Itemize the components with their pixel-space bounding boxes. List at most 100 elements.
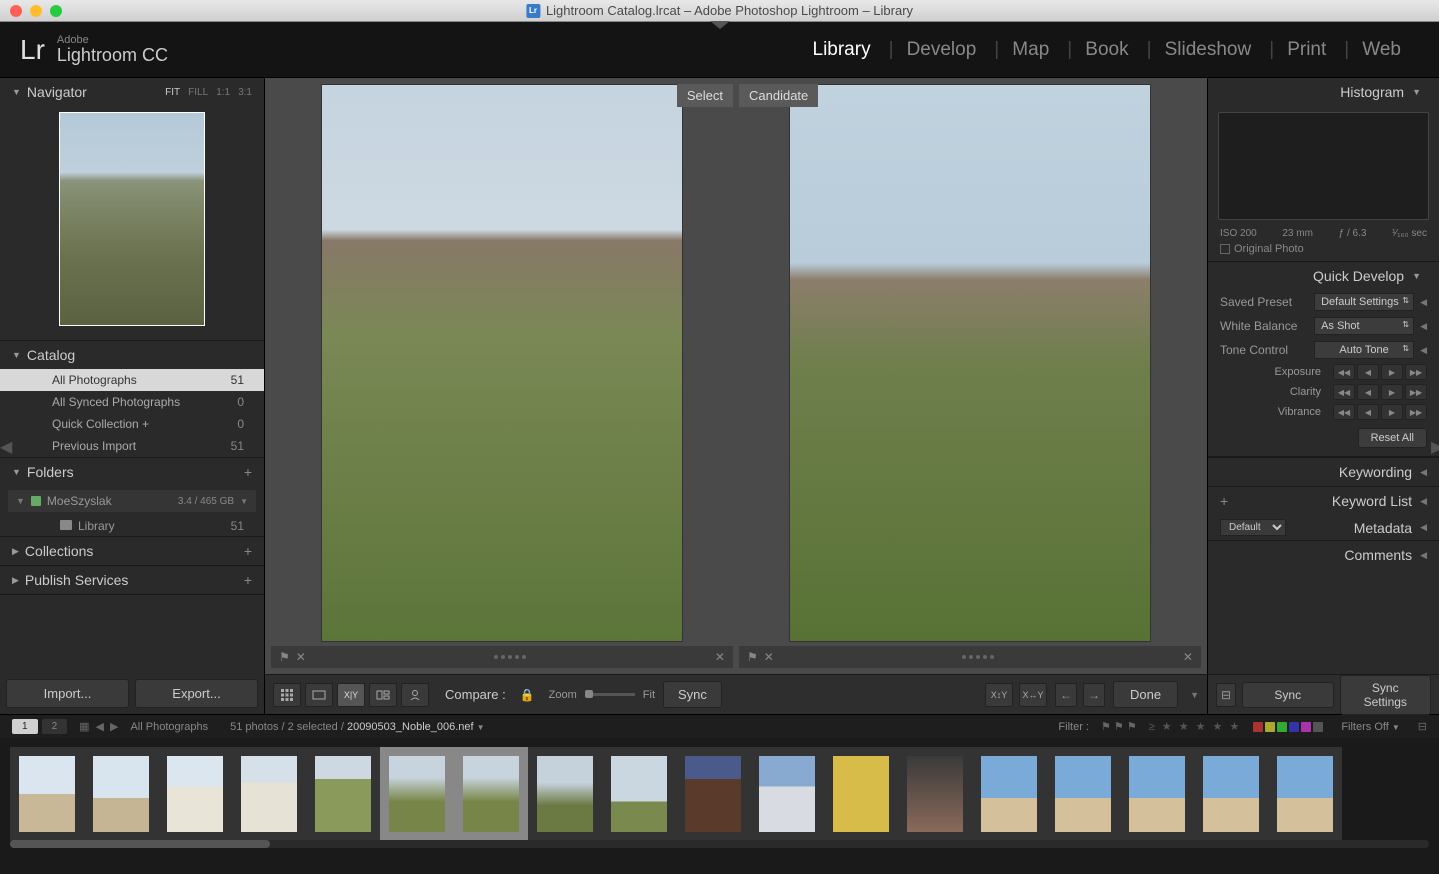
add-publish-icon[interactable]: + (244, 572, 252, 588)
source-label[interactable]: All Photographs (130, 721, 208, 733)
sync-settings-button[interactable]: Sync Settings (1340, 675, 1432, 715)
filters-off-dropdown[interactable]: Filters Off ▼ (1335, 719, 1405, 735)
reset-all-button[interactable]: Reset All (1358, 428, 1427, 448)
histogram-header[interactable]: Histogram ▼ (1208, 78, 1439, 106)
color-label-dots[interactable] (494, 655, 526, 659)
filmstrip-thumb[interactable] (750, 747, 824, 841)
filmstrip-thumb[interactable] (380, 747, 454, 841)
window-close-button[interactable] (10, 5, 22, 17)
filmstrip-thumb[interactable] (1120, 747, 1194, 841)
monitor-1-button[interactable]: 1 (12, 719, 38, 734)
color-label-filter[interactable] (1253, 722, 1323, 732)
filter-lock-icon[interactable]: ⊟ (1418, 720, 1427, 733)
filmstrip-thumb[interactable] (10, 747, 84, 841)
vibrance-adjust[interactable]: ◀◀◀▶▶▶ (1333, 404, 1427, 420)
close-select-icon[interactable]: ✕ (715, 650, 725, 664)
catalog-item[interactable]: Quick Collection +0 (0, 413, 264, 435)
publish-services-header[interactable]: ▶Publish Services + (0, 566, 264, 594)
keywording-header[interactable]: Keywording◀ (1208, 457, 1439, 486)
sync-button[interactable]: Sync (1242, 682, 1334, 708)
expand-icon[interactable]: ◀ (1420, 345, 1427, 356)
catalog-item[interactable]: All Synced Photographs0 (0, 391, 264, 413)
zoom-lock-icon[interactable]: 🔒 (520, 688, 535, 702)
filmstrip-thumb[interactable] (454, 747, 528, 841)
import-button[interactable]: Import... (6, 679, 129, 708)
back-icon[interactable]: ◀ (96, 720, 104, 733)
loupe-view-button[interactable] (305, 683, 333, 707)
left-panel-toggle[interactable]: ◀ (0, 437, 8, 457)
navigator-header[interactable]: ▼Navigator FITFILL1:13:1 (0, 78, 264, 106)
window-minimize-button[interactable] (30, 5, 42, 17)
quick-develop-header[interactable]: Quick Develop ▼ (1208, 262, 1439, 290)
rating-filter[interactable]: ≥ ★ ★ ★ ★ ★ (1149, 720, 1242, 733)
flag-icon[interactable]: ⚑ (279, 650, 290, 664)
swap-button[interactable]: X↕Y (985, 683, 1013, 707)
top-panel-toggle[interactable] (710, 21, 730, 29)
catalog-item[interactable]: Previous Import51 (0, 435, 264, 457)
filmstrip-thumb[interactable] (84, 747, 158, 841)
folders-header[interactable]: ▼Folders + (0, 458, 264, 486)
filmstrip-thumb[interactable] (158, 747, 232, 841)
compare-view-button[interactable]: X|Y (337, 683, 365, 707)
catalog-header[interactable]: ▼Catalog (0, 341, 264, 369)
close-candidate-icon[interactable]: ✕ (1183, 650, 1193, 664)
module-slideshow[interactable]: Slideshow (1147, 39, 1270, 61)
select-image[interactable] (321, 84, 683, 642)
filmstrip-scrollbar[interactable] (10, 840, 1429, 848)
filmstrip-thumb[interactable] (824, 747, 898, 841)
sync-switch-icon[interactable]: ⊟ (1216, 683, 1236, 707)
checkbox-icon[interactable] (1220, 244, 1230, 254)
filmstrip-thumb[interactable] (898, 747, 972, 841)
add-keyword-icon[interactable]: + (1220, 493, 1228, 509)
clarity-adjust[interactable]: ◀◀◀▶▶▶ (1333, 384, 1427, 400)
add-folder-icon[interactable]: + (244, 464, 252, 480)
filmstrip[interactable] (0, 738, 1439, 850)
metadata-header[interactable]: Default Metadata◀ (1208, 515, 1439, 540)
filmstrip-thumb[interactable] (232, 747, 306, 841)
current-filename[interactable]: 20090503_Noble_006.nef (347, 721, 474, 733)
filmstrip-thumb[interactable] (1268, 747, 1342, 841)
navigator-preview[interactable] (59, 112, 205, 326)
candidate-image[interactable] (789, 84, 1151, 642)
navigator-zoom-options[interactable]: FITFILL1:13:1 (165, 87, 252, 98)
monitor-2-button[interactable]: 2 (42, 719, 68, 734)
export-button[interactable]: Export... (135, 679, 258, 708)
filmstrip-thumb[interactable] (676, 747, 750, 841)
window-maximize-button[interactable] (50, 5, 62, 17)
filmstrip-thumb[interactable] (1046, 747, 1120, 841)
color-label-dots[interactable] (962, 655, 994, 659)
people-view-button[interactable] (401, 683, 429, 707)
grid-view-button[interactable] (273, 683, 301, 707)
module-book[interactable]: Book (1067, 39, 1146, 61)
auto-tone-button[interactable]: Auto Tone (1314, 341, 1414, 359)
forward-icon[interactable]: ▶ (110, 720, 118, 733)
exposure-adjust[interactable]: ◀◀◀▶▶▶ (1333, 364, 1427, 380)
sync-zoom-button[interactable]: Sync (663, 681, 722, 708)
module-print[interactable]: Print (1269, 39, 1344, 61)
module-web[interactable]: Web (1344, 39, 1419, 61)
right-panel-toggle[interactable]: ▶ (1431, 437, 1439, 457)
white-balance-dropdown[interactable]: As Shot (1314, 317, 1414, 335)
saved-preset-dropdown[interactable]: Default Settings (1314, 293, 1414, 311)
comments-header[interactable]: Comments◀ (1208, 540, 1439, 569)
folder-drive[interactable]: ▼ MoeSzyslak 3.4 / 465 GB ▼ (8, 490, 256, 512)
flag-filter-icon[interactable]: ⚑ ⚑ ⚑ (1101, 720, 1137, 733)
filmstrip-thumb[interactable] (972, 747, 1046, 841)
survey-view-button[interactable] (369, 683, 397, 707)
expand-icon[interactable]: ◀ (1420, 321, 1427, 332)
grid-icon[interactable]: ▦ (79, 720, 89, 733)
expand-icon[interactable]: ◀ (1420, 297, 1427, 308)
filmstrip-thumb[interactable] (1194, 747, 1268, 841)
make-select-button[interactable]: X↔Y (1019, 683, 1047, 707)
keyword-list-header[interactable]: + Keyword List◀ (1208, 486, 1439, 515)
add-collection-icon[interactable]: + (244, 543, 252, 559)
prev-photo-button[interactable]: ← (1055, 683, 1077, 707)
metadata-preset-dropdown[interactable]: Default (1220, 519, 1286, 536)
toolbar-menu-icon[interactable]: ▼ (1190, 690, 1199, 700)
filmstrip-thumb[interactable] (528, 747, 602, 841)
module-library[interactable]: Library (795, 39, 889, 61)
zoom-slider[interactable] (585, 693, 635, 696)
done-button[interactable]: Done (1113, 681, 1178, 708)
collections-header[interactable]: ▶Collections + (0, 537, 264, 565)
catalog-item[interactable]: All Photographs51 (0, 369, 264, 391)
